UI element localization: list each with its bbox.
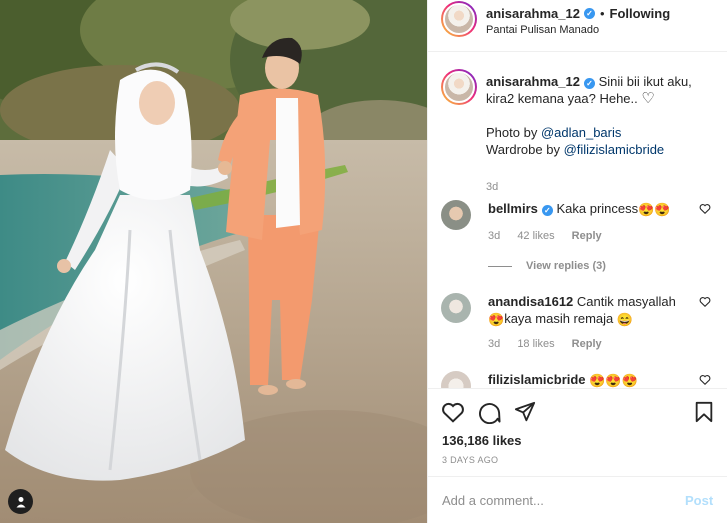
- photo-credit-mention[interactable]: @adlan_baris: [541, 125, 621, 140]
- comment-icon[interactable]: [478, 401, 501, 424]
- reply-button[interactable]: Reply: [572, 230, 602, 242]
- heart-outline-emoji: ♡: [641, 90, 655, 107]
- comment-meta: 3d 18 likes Reply: [488, 338, 616, 350]
- comment-body: anandisa1612 Cantik masyallah 😍kaya masi…: [488, 293, 688, 327]
- caption-line1: Sinii bii ikut aku,: [598, 74, 692, 89]
- post-comment-button[interactable]: Post: [685, 493, 713, 508]
- comment-text: Kaka princess: [556, 201, 639, 216]
- commenter-username[interactable]: anandisa1612: [488, 294, 573, 309]
- comment-time[interactable]: 3d: [488, 230, 500, 242]
- caption-line2: kira2 kemana yaa? Hehe..: [486, 91, 638, 106]
- following-button[interactable]: Following: [610, 6, 671, 21]
- comment-text-part2: kaya masih remaja: [504, 311, 614, 326]
- commenter-avatar[interactable]: [441, 200, 471, 230]
- post-date[interactable]: 3 DAYS AGO: [442, 455, 498, 465]
- author-name-line: anisarahma_12 ✓ • Following: [486, 6, 670, 21]
- view-replies-button[interactable]: View replies (3): [488, 260, 606, 272]
- user-tag-button[interactable]: [8, 489, 33, 514]
- heart-eyes-emoji: 😍😍😍: [589, 373, 638, 388]
- wardrobe-credit-mention[interactable]: @filizislamicbride: [564, 142, 665, 157]
- comment-like-heart-icon[interactable]: [699, 374, 711, 385]
- comment-like-heart-icon[interactable]: [699, 203, 711, 214]
- comment-input[interactable]: [442, 490, 672, 510]
- grin-emoji: 😄: [616, 312, 634, 327]
- caption-avatar[interactable]: [441, 69, 477, 105]
- caption-username[interactable]: anisarahma_12: [486, 74, 580, 89]
- caption-text: anisarahma_12 ✓ Sinii bii ikut aku, kira2…: [486, 73, 716, 158]
- comment-like-heart-icon[interactable]: [699, 296, 711, 307]
- beach-couple-photo: [0, 0, 427, 523]
- author-username[interactable]: anisarahma_12: [486, 6, 580, 21]
- heart-eyes-emoji: 😍😍: [638, 202, 671, 217]
- commenter-username[interactable]: bellmirs: [488, 201, 538, 216]
- post-location[interactable]: Pantai Pulisan Manado: [486, 24, 599, 36]
- replies-divider: [488, 265, 512, 267]
- post-side-panel: anisarahma_12 ✓ • Following Pantai Pulis…: [427, 0, 727, 523]
- comment-time[interactable]: 3d: [488, 338, 500, 350]
- comment-meta: 3d 42 likes Reply: [488, 230, 616, 242]
- separator-dot: •: [599, 6, 605, 21]
- comments-list[interactable]: anisarahma_12 ✓ Sinii bii ikut aku, kira2…: [428, 53, 727, 388]
- post-photo[interactable]: [0, 0, 427, 523]
- like-count[interactable]: 136,186 likes: [442, 433, 522, 448]
- commenter-avatar[interactable]: [441, 371, 471, 388]
- post-actions: 136,186 likes 3 DAYS AGO: [428, 388, 727, 476]
- paper-plane-icon[interactable]: [514, 401, 536, 423]
- commenter-username[interactable]: filizislamicbride: [488, 372, 586, 387]
- comment-text-part1: Cantik masyallah: [576, 294, 676, 309]
- caption-time[interactable]: 3d: [486, 181, 498, 193]
- comment-body: bellmirs ✓ Kaka princess😍😍: [488, 200, 688, 217]
- verified-badge-icon: ✓: [583, 8, 595, 19]
- heart-icon[interactable]: [441, 401, 465, 423]
- view-replies-label: View replies (3): [526, 260, 606, 272]
- author-avatar[interactable]: [441, 1, 477, 37]
- wardrobe-credit-label: Wardrobe by: [486, 142, 560, 157]
- heart-eyes-emoji: 😍: [488, 312, 505, 327]
- bookmark-icon[interactable]: [694, 401, 714, 423]
- commenter-avatar[interactable]: [441, 293, 471, 323]
- post-header: anisarahma_12 ✓ • Following Pantai Pulis…: [428, 0, 727, 52]
- photo-credit-label: Photo by: [486, 125, 538, 140]
- verified-badge-icon: ✓: [583, 78, 595, 89]
- add-comment-bar: Post: [428, 476, 727, 523]
- reply-button[interactable]: Reply: [572, 338, 602, 350]
- verified-badge-icon: ✓: [541, 205, 553, 216]
- comment-body: filizislamicbride 😍😍😍: [488, 371, 688, 388]
- comment-likes[interactable]: 42 likes: [517, 230, 554, 242]
- comment-likes[interactable]: 18 likes: [517, 338, 554, 350]
- person-icon: [16, 496, 25, 507]
